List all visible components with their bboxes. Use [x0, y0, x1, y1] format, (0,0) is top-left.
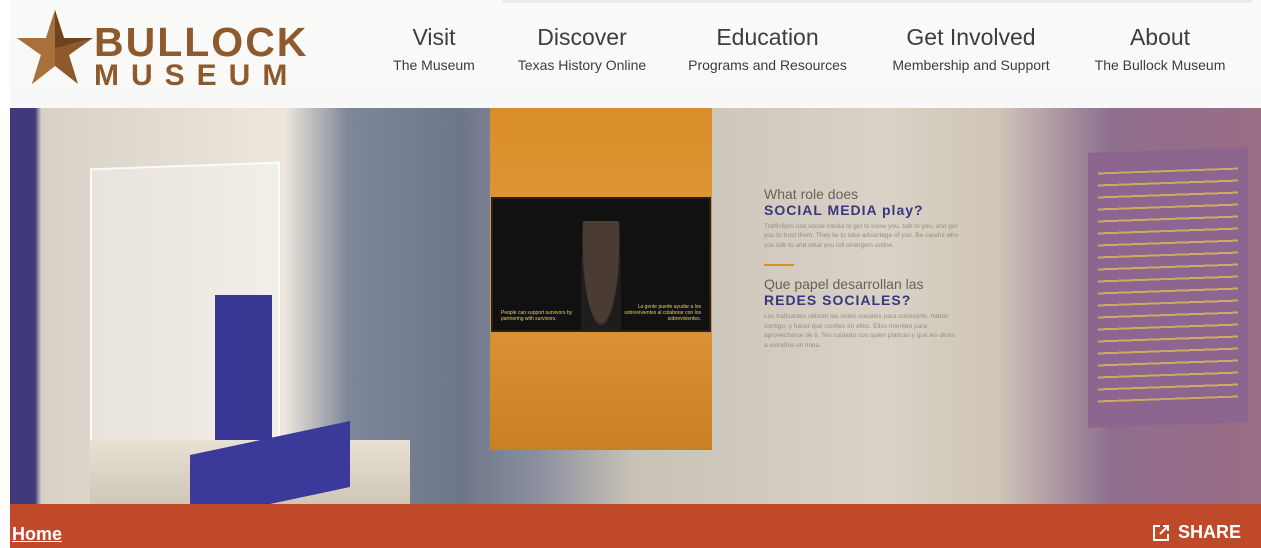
share-external-icon	[1152, 524, 1169, 541]
site-header: BULLOCK MUSEUM Visit The Museum Discover…	[0, 0, 1261, 108]
logo-line-1: BULLOCK	[94, 19, 309, 65]
wall-text: What role does SOCIAL MEDIA play? Traffi…	[764, 186, 959, 350]
breadcrumb-home-link[interactable]: Home	[12, 524, 62, 545]
nav-discover-label: Discover	[537, 24, 627, 50]
nav-education-sub: Programs and Resources	[688, 57, 847, 73]
purple-wall-text	[1098, 167, 1238, 403]
video-person	[581, 221, 621, 331]
share-label: SHARE	[1177, 522, 1241, 542]
nav-education[interactable]: Education Programs and Resources	[680, 24, 855, 74]
nav-visit-sub: The Museum	[393, 57, 475, 73]
wall-heading-2b: REDES SOCIALES?	[764, 292, 912, 309]
purple-wall-panel	[1088, 147, 1248, 428]
tv-subtitle-right: La gente puede ayudar a los sobrevivient…	[624, 304, 701, 322]
logo-line-2: MUSEUM	[94, 59, 300, 92]
wall-body-2: Los traficantes utilizan las redes socia…	[764, 313, 955, 349]
nav-discover[interactable]: Discover Texas History Online	[507, 24, 657, 74]
nav-get-involved-label: Get Involved	[906, 24, 1036, 50]
wall-heading-2: Que papel desarrollan las	[764, 276, 924, 293]
case-info-panel	[215, 295, 272, 440]
nav-visit[interactable]: Visit The Museum	[384, 24, 484, 74]
video-screen: People can support survivors by partneri…	[491, 197, 711, 332]
wall-heading-1: What role does	[764, 186, 859, 202]
nav-about-label: About	[1129, 24, 1191, 50]
bullock-museum-logo[interactable]: BULLOCK MUSEUM	[15, 8, 306, 91]
nav-get-involved-sub: Membership and Support	[892, 57, 1050, 73]
nav-get-involved[interactable]: Get Involved Membership and Support	[880, 24, 1062, 74]
wall-separator	[764, 264, 794, 267]
share-button[interactable]: SHARE	[1152, 522, 1241, 543]
breadcrumb-bar: Home SHARE	[10, 504, 1261, 548]
nav-discover-sub: Texas History Online	[517, 57, 647, 73]
nav-about[interactable]: About The Bullock Museum	[1085, 24, 1235, 74]
nav-about-sub: The Bullock Museum	[1094, 57, 1226, 73]
star-icon	[17, 10, 93, 84]
wall-body-1: Traffickers use social media to get to k…	[764, 223, 959, 249]
nav-education-label: Education	[716, 24, 819, 50]
tv-subtitle-left: People can support survivors by partneri…	[501, 310, 573, 322]
wall-heading-1b: SOCIAL MEDIA play?	[764, 202, 924, 218]
nav-visit-label: Visit	[412, 24, 456, 50]
